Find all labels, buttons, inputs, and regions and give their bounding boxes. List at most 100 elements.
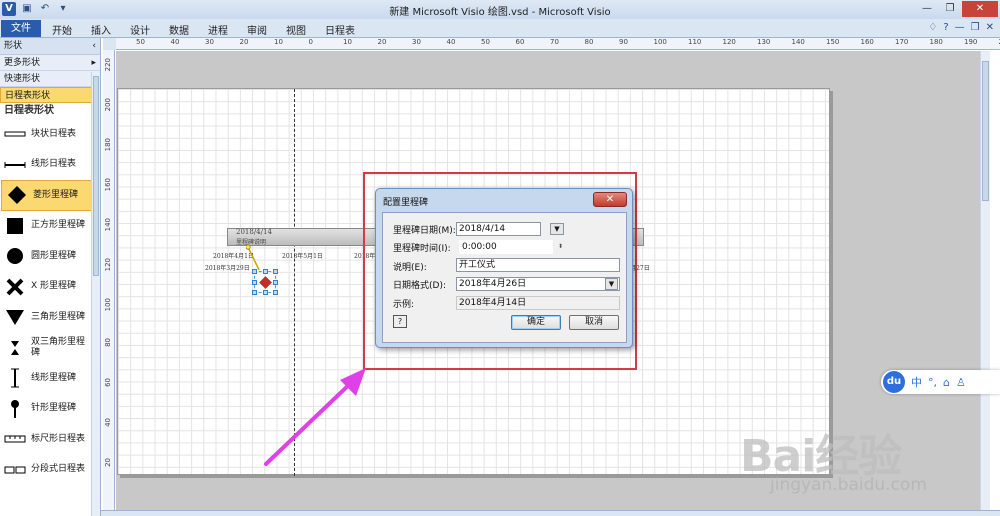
resize-handle[interactable] xyxy=(252,280,257,285)
stencil-item[interactable]: 三角形里程碑 xyxy=(0,302,100,333)
ribbon-tab[interactable]: 审阅 xyxy=(247,22,267,37)
stencil-item[interactable]: 线形里程碑 xyxy=(0,363,100,394)
help-icon[interactable]: ? xyxy=(943,22,948,33)
example-value: 2018年4月14日 xyxy=(456,296,620,310)
ruler-tick-label: 10 xyxy=(343,38,352,46)
stencil-item[interactable]: 菱形里程碑 xyxy=(1,180,99,211)
maximize-button[interactable]: ❐ xyxy=(939,1,961,17)
resize-handle[interactable] xyxy=(252,290,257,295)
shapes-pane-scrollbar[interactable] xyxy=(91,72,100,516)
x-milestone-icon xyxy=(4,277,26,297)
stencil-item[interactable]: 标尺形日程表 xyxy=(0,424,100,455)
timeline-date: 2018年5月1日 xyxy=(282,253,323,260)
pane-row-label: 更多形状 xyxy=(4,58,41,68)
resize-handle[interactable] xyxy=(273,269,278,274)
ruler-tick-label: 50 xyxy=(136,38,145,46)
ribbon-right-controls: ♢? — ❐ ✕ xyxy=(928,22,994,33)
stencil-list: 块状日程表 线形日程表菱形里程碑正方形里程碑圆形里程碑 X 形里程碑 三角形里程碑 双三… xyxy=(0,119,100,485)
dialog-close-button[interactable]: ✕ xyxy=(593,192,627,207)
pane-row[interactable]: 更多形状 ▸ xyxy=(0,55,100,71)
ruler-tick-label: 80 xyxy=(584,38,594,46)
stencil-item[interactable]: 块状日程表 xyxy=(0,119,100,150)
ribbon-restore-icon[interactable]: ❐ xyxy=(971,22,980,33)
ribbon-tab[interactable]: 数据 xyxy=(169,22,189,37)
page-tabs-bar[interactable] xyxy=(101,510,1000,516)
line-timeline-icon xyxy=(4,155,26,175)
ribbon-options-icon[interactable]: ♢ xyxy=(928,22,937,33)
minimize-button[interactable]: — xyxy=(916,1,938,17)
close-button[interactable]: ✕ xyxy=(962,1,998,17)
triangle-milestone-icon xyxy=(4,307,26,327)
ruler-tick-label: 130 xyxy=(757,38,771,46)
stencil-item-label: 针形里程碑 xyxy=(31,403,77,414)
cancel-button[interactable]: 取消 xyxy=(569,315,619,330)
vertical-ruler[interactable]: 220 200 180 160 140 120 100 80 60 40 20 xyxy=(103,50,115,516)
chinese-input-icon[interactable]: 中 xyxy=(911,374,922,390)
ruler-tick-label: 20 xyxy=(104,458,112,467)
ruler-tick-label: 20 xyxy=(239,38,249,46)
baidu-floating-toolbar[interactable]: du 中 °, ⌂ ♙ xyxy=(881,370,1000,394)
user-icon[interactable]: ♙ xyxy=(956,376,966,389)
file-tab[interactable]: 文件 xyxy=(1,20,41,37)
pane-row[interactable]: 日程表形状 xyxy=(0,87,100,103)
stencil-item[interactable]: 针形里程碑 xyxy=(0,394,100,425)
stencil-item[interactable]: 正方形里程碑 xyxy=(0,211,100,242)
ribbon-tab[interactable]: 进程 xyxy=(208,22,228,37)
ruler-timeline-icon xyxy=(4,429,26,449)
collapse-pane-icon[interactable]: ‹ xyxy=(92,38,96,54)
horizontal-ruler[interactable]: 50 40 30 20 10 0 10 20 30 40 50 60 70 80 90 100 110 120 13… xyxy=(116,38,1000,50)
ribbon-tab[interactable]: 设计 xyxy=(130,22,150,37)
description-label: 说明(E): xyxy=(393,263,427,273)
stencil-item[interactable]: X 形里程碑 xyxy=(0,272,100,303)
diamond-milestone-shape[interactable] xyxy=(252,269,278,295)
ruler-tick-label: 120 xyxy=(722,38,736,46)
ruler-tick-label: 20 xyxy=(377,38,387,46)
ribbon-minimize-icon[interactable]: — xyxy=(955,22,965,33)
milestone-time-input[interactable]: 0:00:00 xyxy=(459,240,553,254)
scroll-thumb[interactable] xyxy=(982,61,989,201)
stencil-item-label: 标尺形日程表 xyxy=(31,433,86,444)
stencil-item-label: 线形里程碑 xyxy=(31,372,77,383)
resize-handle[interactable] xyxy=(252,269,257,274)
ruler-tick-label: 160 xyxy=(860,38,874,46)
ribbon-tab[interactable]: 视图 xyxy=(286,22,306,37)
ribbon-tab[interactable]: 插入 xyxy=(91,22,111,37)
toolbox-icon[interactable]: ⌂ xyxy=(943,376,950,389)
resize-handle[interactable] xyxy=(273,280,278,285)
date-format-select[interactable]: 2018年4月26日 xyxy=(456,277,620,291)
help-button[interactable]: ? xyxy=(393,315,407,328)
ribbon-close-icon[interactable]: ✕ xyxy=(986,22,994,33)
pane-row[interactable]: 快速形状 xyxy=(0,71,100,87)
stencil-item[interactable]: 线形日程表 xyxy=(0,150,100,181)
shapes-pane-title: 形状 xyxy=(4,41,23,51)
resize-handle[interactable] xyxy=(263,290,268,295)
diamond-marker xyxy=(259,276,272,289)
chevron-down-icon[interactable]: ▼ xyxy=(605,278,618,290)
ribbon-tab[interactable]: 开始 xyxy=(52,22,72,37)
ruler-corner xyxy=(103,38,116,50)
ribbon-tab[interactable]: 日程表 xyxy=(325,22,355,37)
canvas-vertical-scrollbar[interactable] xyxy=(980,51,990,512)
milestone-date-input[interactable]: 2018/4/14 xyxy=(456,222,541,236)
scroll-thumb[interactable] xyxy=(93,76,99,276)
punctuation-icon[interactable]: °, xyxy=(928,376,937,389)
description-input[interactable]: 开工仪式 xyxy=(456,258,620,272)
stencil-item[interactable]: 圆形里程碑 xyxy=(0,241,100,272)
ruler-tick-label: 30 xyxy=(412,38,421,46)
resize-handle[interactable] xyxy=(263,269,268,274)
double-triangle-milestone-icon xyxy=(4,338,26,358)
baidu-watermark-url: jingyan.baidu.com xyxy=(770,475,927,495)
resize-handle[interactable] xyxy=(273,290,278,295)
milestone-date-label: 2018/4/14 xyxy=(236,228,272,236)
stencil-item-label: 菱形里程碑 xyxy=(33,189,79,200)
date-picker-dropdown-icon[interactable]: ▼ xyxy=(550,223,564,235)
ok-button[interactable]: 确定 xyxy=(511,315,561,330)
ruler-tick-label: 40 xyxy=(170,38,180,46)
stencil-item[interactable]: 分段式日程表 xyxy=(0,455,100,486)
stencil-item[interactable]: 双三角形里程碑 xyxy=(0,333,100,364)
ruler-tick-label: 0 xyxy=(308,38,313,46)
stencil-item-label: 正方形里程碑 xyxy=(31,220,86,231)
ruler-tick-label: 140 xyxy=(104,218,112,232)
time-spinner-icon[interactable]: ⬍ xyxy=(555,241,566,253)
baidu-du-logo[interactable]: du xyxy=(883,371,905,393)
